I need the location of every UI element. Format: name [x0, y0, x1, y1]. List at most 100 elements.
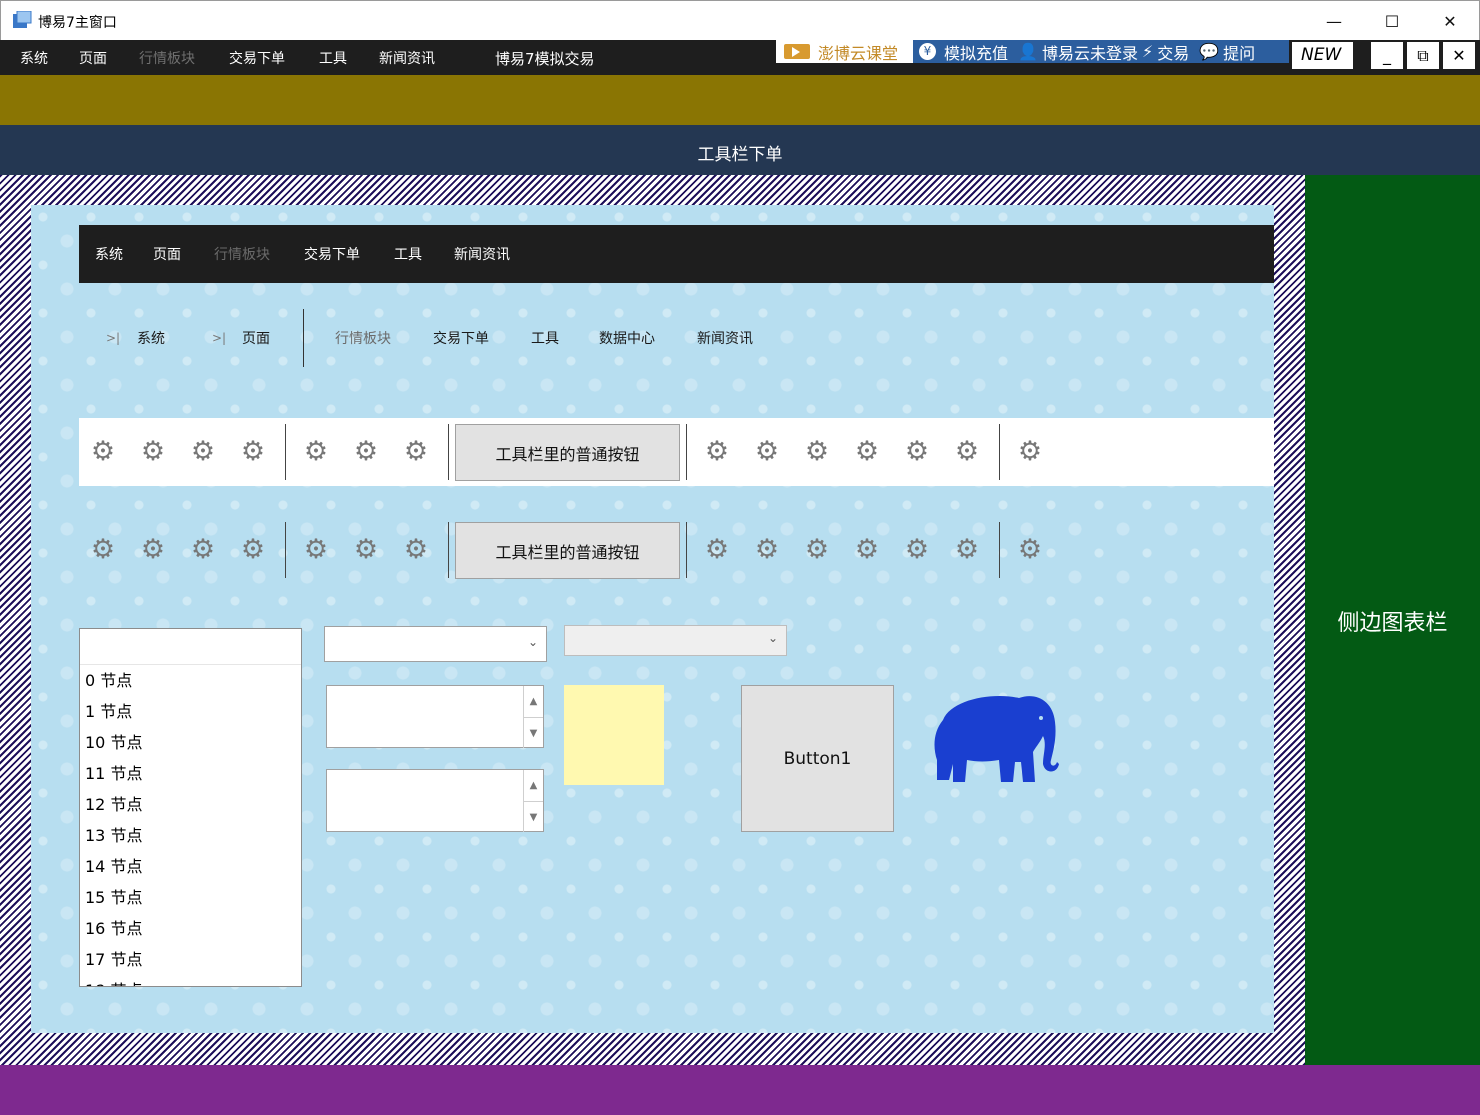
window-close-button[interactable]: ✕ — [1421, 1, 1479, 41]
light-menu-item-news[interactable]: 新闻资讯 — [697, 328, 753, 348]
side-chart-panel: 侧边图表栏 — [1305, 175, 1480, 1065]
gear-icon[interactable]: ⚙ — [190, 438, 216, 465]
gear-icon[interactable]: ⚙ — [804, 438, 830, 465]
gear-icon[interactable]: ⚙ — [954, 536, 980, 563]
gear-icon[interactable]: ⚙ — [403, 536, 429, 563]
gear-icon[interactable]: ⚙ — [1017, 536, 1043, 563]
list-item[interactable]: 15 节点 — [80, 882, 301, 913]
elephant-icon — [934, 696, 1059, 782]
spin-box[interactable]: ▲ ▼ — [326, 769, 544, 832]
gear-icon[interactable]: ⚙ — [904, 536, 930, 563]
dark-menu-item-system[interactable]: 系统 — [95, 244, 123, 264]
yen-icon: ¥ — [919, 43, 936, 60]
menu-item-page[interactable]: 页面 — [79, 48, 107, 68]
inner-restore-button[interactable]: ⧉ — [1407, 42, 1439, 69]
gear-icon[interactable]: ⚙ — [303, 536, 329, 563]
trade-link[interactable]: 交易 — [1157, 40, 1189, 64]
gear-icon[interactable]: ⚙ — [353, 536, 379, 563]
gear-icon[interactable]: ⚙ — [854, 536, 880, 563]
list-item[interactable]: 10 节点 — [80, 727, 301, 758]
gear-icon[interactable]: ⚙ — [240, 438, 266, 465]
gear-icon[interactable]: ⚙ — [140, 438, 166, 465]
menu-item-system[interactable]: 系统 — [20, 48, 48, 68]
gear-icon[interactable]: ⚙ — [90, 536, 116, 563]
toolbar-normal-button[interactable]: 工具栏里的普通按钮 — [455, 424, 680, 481]
dark-menu-item-news[interactable]: 新闻资讯 — [454, 244, 510, 264]
window-maximize-button[interactable]: ☐ — [1363, 1, 1421, 41]
chevron-down-icon: ⌄ — [767, 631, 778, 645]
list-item[interactable]: 11 节点 — [80, 758, 301, 789]
bolt-icon: ⚡ — [1141, 42, 1154, 61]
side-chart-label: 侧边图表栏 — [1337, 611, 1448, 636]
toolbar-row-white: ⚙ ⚙ ⚙ ⚙ ⚙ ⚙ ⚙ 工具栏里的普通按钮 ⚙ ⚙ ⚙ ⚙ ⚙ ⚙ ⚙ — [79, 418, 1274, 486]
gear-icon[interactable]: ⚙ — [854, 438, 880, 465]
list-item[interactable]: 13 节点 — [80, 820, 301, 851]
inner-close-button[interactable]: ✕ — [1443, 42, 1475, 69]
dark-menu-item-trade[interactable]: 交易下单 — [304, 244, 360, 264]
menu-item-tools[interactable]: 工具 — [319, 48, 347, 68]
account-links: ¥ 模拟充值 👤 博易云未登录 ⚡ 交易 💬 提问 — [913, 40, 1289, 63]
menu-separator — [303, 309, 304, 367]
gear-icon[interactable]: ⚙ — [403, 438, 429, 465]
list-item[interactable]: 16 节点 — [80, 913, 301, 944]
gear-icon[interactable]: ⚙ — [190, 536, 216, 563]
pin-arrow-icon: >| — [212, 331, 227, 345]
spin-down-icon[interactable]: ▼ — [523, 801, 543, 832]
light-menu-item-system[interactable]: 系统 — [137, 328, 165, 348]
toolbar-separator — [285, 424, 286, 480]
recharge-link[interactable]: 模拟充值 — [944, 40, 1008, 64]
inner-minimize-button[interactable]: _ — [1371, 42, 1403, 69]
login-link[interactable]: 博易云未登录 — [1042, 40, 1138, 64]
gear-icon[interactable]: ⚙ — [704, 536, 730, 563]
menu-item-market: 行情板块 — [139, 51, 195, 67]
toolbar-order-band[interactable]: 工具栏下单 — [0, 125, 1480, 175]
gear-icon[interactable]: ⚙ — [303, 438, 329, 465]
dark-menu-item-market: 行情板块 — [214, 247, 270, 263]
dark-menu-item-tools[interactable]: 工具 — [394, 244, 422, 264]
gear-icon[interactable]: ⚙ — [353, 438, 379, 465]
light-menu-item-trade[interactable]: 交易下单 — [433, 328, 489, 348]
gear-icon[interactable]: ⚙ — [140, 536, 166, 563]
spin-down-icon[interactable]: ▼ — [523, 717, 543, 748]
gear-icon[interactable]: ⚙ — [240, 536, 266, 563]
window-title: 博易7主窗口 — [38, 15, 117, 31]
list-item[interactable]: 0 节点 — [80, 665, 301, 696]
inner-dark-menubar: 系统 页面 行情板块 交易下单 工具 新闻资讯 — [79, 225, 1274, 283]
light-menu-item-data-center[interactable]: 数据中心 — [599, 328, 655, 348]
menu-item-trade[interactable]: 交易下单 — [229, 48, 285, 68]
toolbar-separator — [999, 522, 1000, 578]
gear-icon[interactable]: ⚙ — [904, 438, 930, 465]
olive-band — [0, 75, 1480, 125]
gear-icon[interactable]: ⚙ — [704, 438, 730, 465]
gear-icon[interactable]: ⚙ — [1017, 438, 1043, 465]
user-icon: 👤 — [1018, 42, 1038, 61]
gear-icon[interactable]: ⚙ — [90, 438, 116, 465]
list-item[interactable]: 1 节点 — [80, 696, 301, 727]
toolbar-normal-button[interactable]: 工具栏里的普通按钮 — [455, 522, 680, 579]
list-item[interactable]: 17 节点 — [80, 944, 301, 975]
spin-up-icon[interactable]: ▲ — [523, 770, 543, 801]
combo-box[interactable]: ⌄ — [324, 626, 547, 662]
ask-link[interactable]: 提问 — [1223, 40, 1255, 64]
listbox-search-input[interactable] — [80, 629, 301, 665]
window-titlebar: 博易7主窗口 — ☐ ✕ — [0, 0, 1480, 40]
list-item[interactable]: 14 节点 — [80, 851, 301, 882]
menu-item-news[interactable]: 新闻资讯 — [379, 48, 435, 68]
node-listbox[interactable]: 0 节点 1 节点 10 节点 11 节点 12 节点 13 节点 14 节点 … — [79, 628, 302, 987]
light-menu-item-page[interactable]: 页面 — [242, 328, 270, 348]
gear-icon[interactable]: ⚙ — [754, 536, 780, 563]
spin-up-icon[interactable]: ▲ — [523, 686, 543, 717]
list-item[interactable]: 18 节点 — [80, 975, 301, 986]
gear-icon[interactable]: ⚙ — [754, 438, 780, 465]
course-link[interactable]: 澎博云课堂 — [776, 40, 913, 63]
gear-icon[interactable]: ⚙ — [954, 438, 980, 465]
spin-box[interactable]: ▲ ▼ — [326, 685, 544, 748]
chevron-down-icon: ⌄ — [527, 635, 538, 649]
gear-icon[interactable]: ⚙ — [804, 536, 830, 563]
button1[interactable]: Button1 — [741, 685, 894, 832]
chat-icon: 💬 — [1199, 42, 1220, 61]
dark-menu-item-page[interactable]: 页面 — [153, 244, 181, 264]
list-item[interactable]: 12 节点 — [80, 789, 301, 820]
window-minimize-button[interactable]: — — [1305, 1, 1363, 41]
light-menu-item-tools[interactable]: 工具 — [531, 328, 559, 348]
